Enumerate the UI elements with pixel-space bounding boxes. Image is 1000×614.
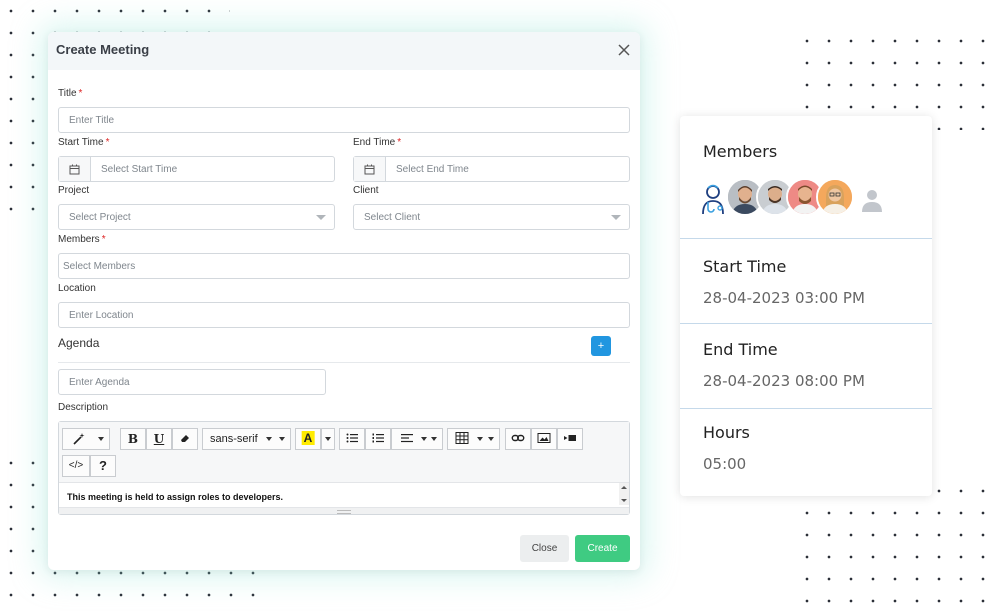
user-placeholder-icon	[862, 190, 882, 212]
code-view-button[interactable]: </>	[62, 455, 90, 477]
modal-header: Create Meeting	[48, 32, 640, 70]
start-time-input[interactable]: Select Start Time	[58, 156, 335, 182]
chevron-down-icon	[316, 215, 326, 220]
eraser-icon	[181, 435, 189, 442]
title-placeholder: Enter Title	[69, 115, 115, 126]
agenda-title: Agenda	[58, 336, 100, 350]
members-section: Members	[680, 116, 932, 239]
location-placeholder: Enter Location	[69, 310, 134, 321]
calendar-icon	[354, 157, 386, 181]
dot-pattern	[796, 480, 1000, 614]
start-time-value: 28-04-2023 03:00 PM	[703, 289, 865, 307]
chevron-down-icon	[279, 437, 285, 441]
client-placeholder: Select Client	[364, 212, 421, 223]
hours-value: 05:00	[703, 455, 747, 473]
highlight-color-button[interactable]: A	[295, 428, 321, 450]
project-placeholder: Select Project	[69, 212, 131, 223]
calendar-icon	[59, 157, 91, 181]
start-time-placeholder: Select Start Time	[101, 164, 178, 175]
paragraph-align-button[interactable]	[391, 428, 443, 450]
end-time-title: End Time	[703, 340, 778, 359]
link-button[interactable]	[505, 428, 531, 450]
table-button[interactable]	[447, 428, 500, 450]
video-button[interactable]	[557, 428, 583, 450]
bullet-list-button[interactable]	[339, 428, 365, 450]
members-placeholder: Select Members	[63, 261, 136, 272]
end-time-placeholder: Select End Time	[396, 164, 469, 175]
title-input[interactable]: Enter Title	[58, 107, 630, 133]
numbered-list-button[interactable]	[365, 428, 391, 450]
create-button[interactable]: Create	[575, 535, 630, 562]
chevron-down-icon	[266, 437, 272, 441]
video-icon	[564, 435, 576, 441]
scroll-arrows-icon	[621, 486, 627, 502]
underline-button[interactable]: U	[146, 428, 172, 450]
end-time-input[interactable]: Select End Time	[353, 156, 630, 182]
project-select[interactable]: Select Project	[58, 204, 335, 230]
add-agenda-button[interactable]: +	[591, 336, 611, 356]
chevron-down-icon	[98, 437, 104, 441]
title-label: Title *	[58, 88, 83, 99]
end-time-section: End Time 28-04-2023 08:00 PM	[680, 324, 932, 409]
chevron-down-icon	[421, 437, 427, 441]
members-label: Members *	[58, 234, 106, 245]
location-label: Location	[58, 283, 96, 294]
hours-section: Hours 05:00	[680, 409, 932, 496]
editor-resize-handle[interactable]	[59, 507, 629, 514]
client-select[interactable]: Select Client	[353, 204, 630, 230]
members-select[interactable]: Select Members	[58, 253, 630, 279]
highlight-color-dropdown[interactable]	[321, 428, 335, 450]
editor-toolbar: B U sans-serif A </> ?	[59, 422, 629, 483]
agenda-input[interactable]: Enter Agenda	[58, 369, 326, 395]
end-time-label: End Time *	[353, 137, 402, 148]
project-label: Project	[58, 185, 90, 196]
magic-style-button[interactable]	[62, 428, 110, 450]
image-icon	[537, 433, 551, 443]
end-time-value: 28-04-2023 08:00 PM	[703, 372, 865, 390]
numbered-list-icon	[372, 433, 384, 443]
start-time-section: Start Time 28-04-2023 03:00 PM	[680, 239, 932, 324]
editor-content[interactable]: This meeting is held to assign roles to …	[67, 492, 283, 502]
agenda-placeholder: Enter Agenda	[69, 377, 130, 388]
bold-button[interactable]: B	[120, 428, 146, 450]
members-title: Members	[703, 142, 778, 161]
chevron-down-icon	[611, 215, 621, 220]
chevron-down-icon	[477, 437, 483, 441]
magic-wand-icon	[73, 433, 85, 445]
close-icon[interactable]	[614, 40, 634, 60]
chevron-down-icon	[488, 437, 494, 441]
start-time-title: Start Time	[703, 257, 787, 276]
description-label: Description	[58, 402, 109, 413]
editor-scrollbar[interactable]	[619, 483, 629, 505]
avatar[interactable]	[816, 178, 854, 216]
chevron-down-icon	[325, 437, 331, 441]
help-button[interactable]: ?	[90, 455, 116, 477]
link-icon	[511, 434, 525, 442]
meeting-summary-card: Members Start Time 28-04-2023 03:00 PM E…	[680, 116, 932, 496]
modal-title: Create Meeting	[56, 42, 150, 57]
rich-text-editor: B U sans-serif A </> ? This meeting is h…	[58, 421, 630, 515]
close-button[interactable]: Close	[520, 535, 569, 562]
eraser-button[interactable]	[172, 428, 198, 450]
align-left-icon	[401, 434, 413, 443]
location-input[interactable]: Enter Location	[58, 302, 630, 328]
dot-pattern	[796, 30, 1000, 130]
client-label: Client	[353, 185, 379, 196]
image-button[interactable]	[531, 428, 557, 450]
start-time-label: Start Time *	[58, 137, 110, 148]
chevron-down-icon	[431, 437, 437, 441]
font-family-select[interactable]: sans-serif	[202, 428, 291, 450]
create-meeting-modal: Create Meeting Title * Enter Title Start …	[48, 32, 640, 570]
table-icon	[455, 432, 469, 444]
divider	[58, 362, 630, 363]
bullet-list-icon	[346, 433, 358, 443]
hours-title: Hours	[703, 423, 750, 442]
